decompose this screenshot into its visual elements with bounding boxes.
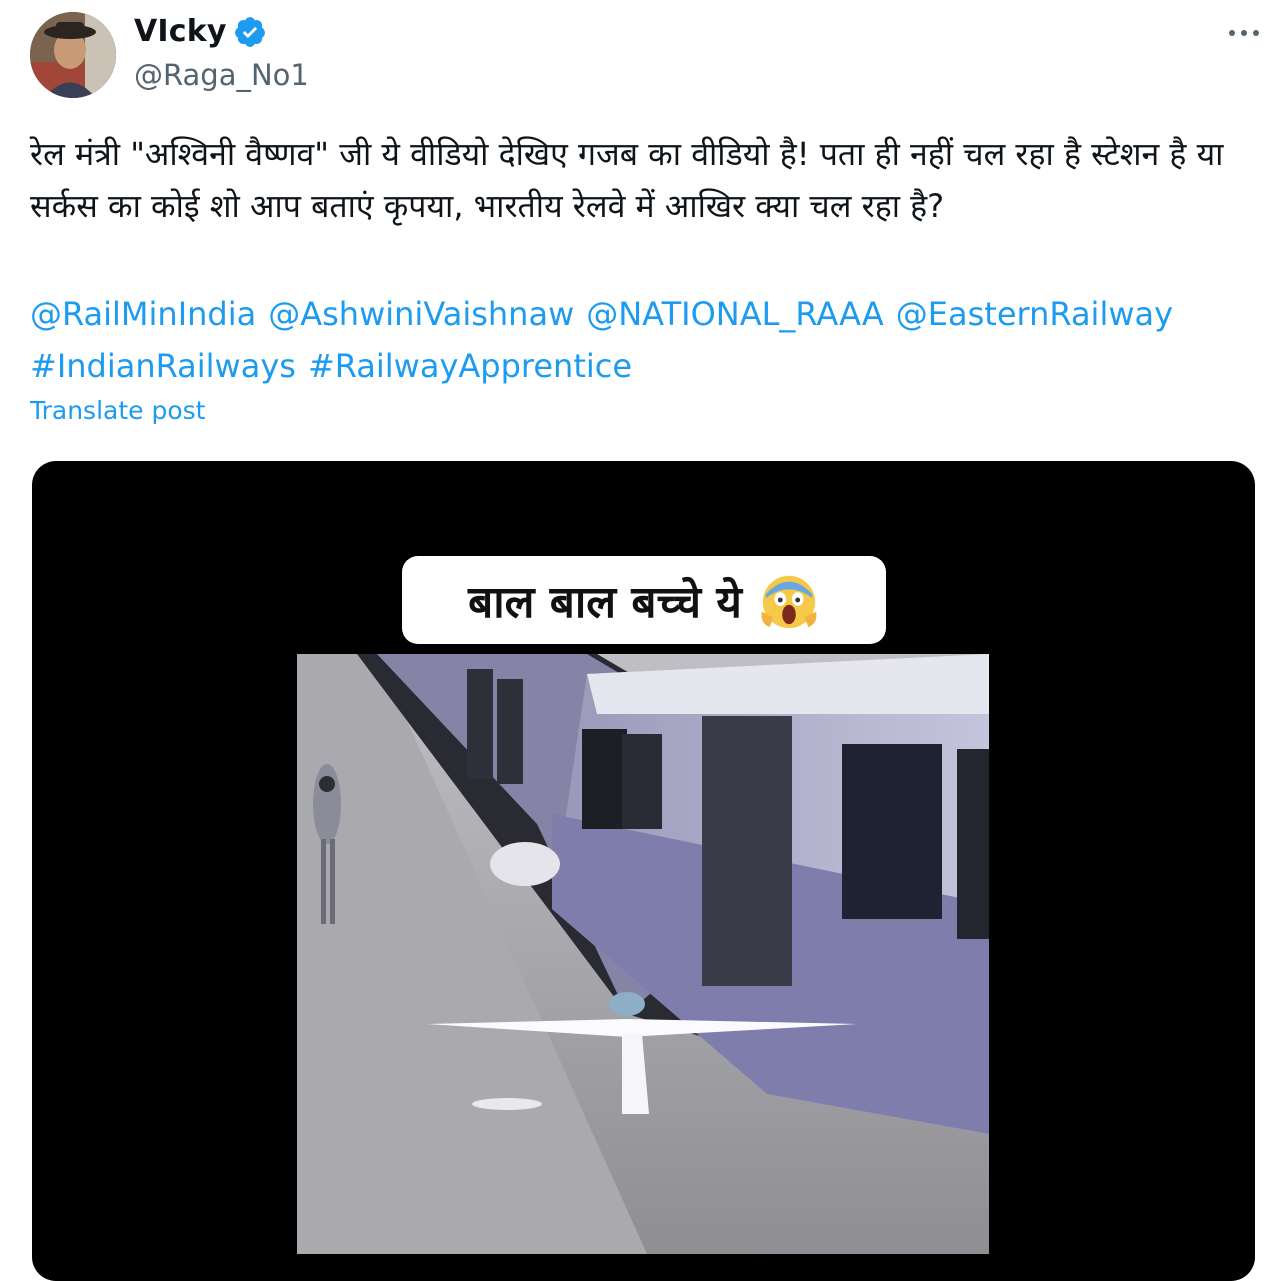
hashtag-link[interactable]: #IndianRailways <box>30 347 296 385</box>
scream-emoji-icon <box>761 575 817 629</box>
verified-badge-icon <box>234 16 265 47</box>
mention-link[interactable]: @RailMinIndia <box>30 295 256 333</box>
display-name[interactable]: VIcky <box>134 14 227 49</box>
author-row: VIcky <box>134 14 267 49</box>
mention-link[interactable]: @NATIONAL_RAAA <box>586 295 884 333</box>
video-caption: बाल बाल बच्चे ये <box>402 556 886 644</box>
video-caption-text: बाल बाल बच्चे ये <box>468 577 742 628</box>
tweet-text: रेल मंत्री "अश्विनी वैष्णव" जी ये वीडियो… <box>30 135 1224 225</box>
video-frame <box>297 654 989 1254</box>
hashtag-link[interactable]: #RailwayApprentice <box>308 347 632 385</box>
author-handle[interactable]: @Raga_No1 <box>134 58 309 92</box>
media-video[interactable]: बाल बाल बच्चे ये <box>32 461 1255 1281</box>
more-icon[interactable] <box>1224 16 1264 50</box>
mentions: @RailMinIndia @AshwiniVaishnaw @NATIONAL_R… <box>30 288 1255 392</box>
mention-link[interactable]: @EasternRailway <box>896 295 1173 333</box>
avatar[interactable] <box>30 12 116 98</box>
mention-link[interactable]: @AshwiniVaishnaw <box>268 295 574 333</box>
translate-post-link[interactable]: Translate post <box>30 396 205 425</box>
